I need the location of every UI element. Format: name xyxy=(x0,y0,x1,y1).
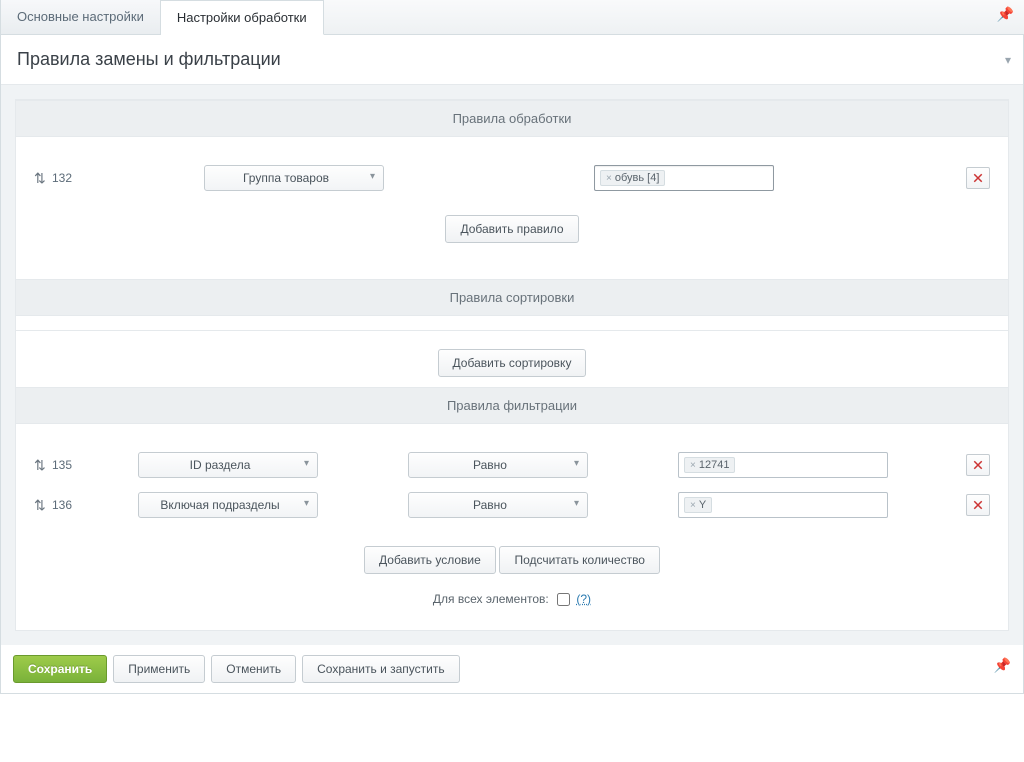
add-condition-button[interactable]: Добавить условие xyxy=(364,546,496,574)
tag-remove-icon[interactable]: × xyxy=(690,460,696,471)
filter-field-select[interactable]: ID раздела xyxy=(138,452,318,478)
content-wrap: Правила обработки ⇅ 132 Группа товаров ×… xyxy=(1,85,1023,645)
section-filter-rules: Правила фильтрации xyxy=(16,387,1008,424)
hint-link[interactable]: (?) xyxy=(576,592,591,606)
tab-processing-settings[interactable]: Настройки обработки xyxy=(161,0,324,35)
count-button[interactable]: Подсчитать количество xyxy=(499,546,660,574)
delete-rule-button[interactable] xyxy=(966,167,990,189)
drag-handle-icon[interactable]: ⇅ xyxy=(28,170,42,187)
add-sort-button[interactable]: Добавить сортировку xyxy=(438,349,587,377)
tag-label: обувь [4] xyxy=(615,172,660,184)
all-elements-label: Для всех элементов: xyxy=(433,592,549,606)
tag: ×12741 xyxy=(684,457,735,473)
row-number: 135 xyxy=(52,458,78,472)
tag: ×Y xyxy=(684,497,712,513)
row-number: 132 xyxy=(52,171,84,185)
tag-remove-icon[interactable]: × xyxy=(606,173,612,184)
all-elements-row: Для всех элементов: (?) xyxy=(28,592,996,612)
panel: Правила замены и фильтрации ▾ Правила об… xyxy=(0,35,1024,694)
tag: ×обувь [4] xyxy=(600,170,665,186)
all-elements-checkbox[interactable] xyxy=(557,593,570,606)
sort-add-wrap: Добавить сортировку xyxy=(16,331,1008,387)
delete-filter-button[interactable] xyxy=(966,454,990,476)
group-select[interactable]: Группа товаров xyxy=(204,165,384,191)
filter-field-select[interactable]: Включая подразделы xyxy=(138,492,318,518)
inner: Правила обработки ⇅ 132 Группа товаров ×… xyxy=(15,99,1009,631)
tag-label: Y xyxy=(699,499,706,511)
save-run-button[interactable]: Сохранить и запустить xyxy=(302,655,460,683)
sort-rules-body xyxy=(16,316,1008,330)
tag-label: 12741 xyxy=(699,459,730,471)
add-rule-button[interactable]: Добавить правило xyxy=(445,215,578,243)
filter-value-input[interactable]: ×Y xyxy=(678,492,888,518)
drag-handle-icon[interactable]: ⇅ xyxy=(28,457,42,474)
panel-title: Правила замены и фильтрации xyxy=(17,49,281,69)
save-button[interactable]: Сохранить xyxy=(13,655,107,683)
filter-rule-row: ⇅ 135 ID раздела Равно ×12741 xyxy=(28,452,996,478)
cancel-button[interactable]: Отменить xyxy=(211,655,296,683)
tab-main-settings[interactable]: Основные настройки xyxy=(0,0,161,34)
group-value-input[interactable]: ×обувь [4] xyxy=(594,165,774,191)
row-number: 136 xyxy=(52,498,78,512)
apply-button[interactable]: Применить xyxy=(113,655,205,683)
processing-rules-body: ⇅ 132 Группа товаров ×обувь [4] Добавить… xyxy=(16,137,1008,279)
filter-rule-row: ⇅ 136 Включая подразделы Равно ×Y xyxy=(28,492,996,518)
tabs-bar: Основные настройки Настройки обработки 📌 xyxy=(0,0,1024,35)
footer-bar: Сохранить Применить Отменить Сохранить и… xyxy=(1,645,1023,693)
pin-icon[interactable]: 📌 xyxy=(997,6,1014,23)
drag-handle-icon[interactable]: ⇅ xyxy=(28,497,42,514)
tag-remove-icon[interactable]: × xyxy=(690,500,696,511)
chevron-down-icon[interactable]: ▾ xyxy=(1005,53,1011,67)
pin-icon[interactable]: 📌 xyxy=(994,657,1011,674)
panel-header: Правила замены и фильтрации ▾ xyxy=(1,35,1023,85)
processing-rule-row: ⇅ 132 Группа товаров ×обувь [4] xyxy=(28,165,996,191)
filter-op-select[interactable]: Равно xyxy=(408,492,588,518)
section-sort-rules: Правила сортировки xyxy=(16,279,1008,316)
section-processing-rules: Правила обработки xyxy=(16,100,1008,137)
filter-rules-body: ⇅ 135 ID раздела Равно ×12741 ⇅ xyxy=(16,424,1008,630)
delete-filter-button[interactable] xyxy=(966,494,990,516)
filter-value-input[interactable]: ×12741 xyxy=(678,452,888,478)
filter-op-select[interactable]: Равно xyxy=(408,452,588,478)
